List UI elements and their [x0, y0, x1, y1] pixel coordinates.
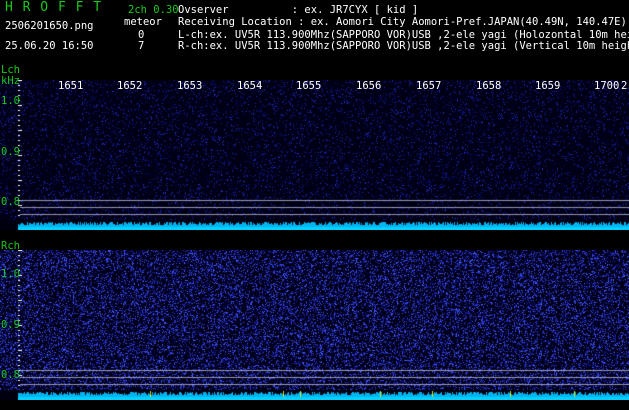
datetime-label: 25.06.20 16:50: [5, 40, 94, 52]
time-label: 1657: [416, 80, 442, 92]
version-label: 2ch 0.30: [128, 4, 179, 16]
location-line: Receiving Location : ex. Aomori City Aom…: [178, 16, 627, 28]
rch-title: Rch: [1, 240, 20, 252]
time-label: 1653: [177, 80, 203, 92]
app-name: H R O F F T: [5, 0, 103, 15]
time-label: 1651: [58, 80, 84, 92]
lch-unit: kHz: [1, 75, 20, 87]
observer-line: Ovserver : ex. JR7CYX [ kid ]: [178, 4, 419, 16]
rch-freq-label: 1.0: [1, 268, 20, 280]
time-label: 1654: [237, 80, 263, 92]
rch-spectrogram: [0, 250, 629, 400]
rch-config-line: R-ch:ex. UV5R 113.900Mhz(SAPPORO VOR)USB…: [178, 40, 629, 52]
time-label: 1659: [535, 80, 561, 92]
time-label: 1652: [117, 80, 143, 92]
filename-label: 2506201650.png: [5, 20, 94, 32]
time-label: 1655: [296, 80, 322, 92]
time-label: 2: [621, 80, 628, 92]
rch-freq-label: 0.9: [1, 319, 20, 331]
meteor-count-rch: 7: [138, 40, 145, 52]
lch-freq-label: 0.8: [1, 196, 20, 208]
rch-freq-label: 0.8: [1, 369, 20, 381]
lch-freq-label: 1.0: [1, 95, 20, 107]
time-label: 1700: [594, 80, 620, 92]
lch-freq-label: 0.9: [1, 146, 20, 158]
meteor-label: meteor: [124, 16, 162, 28]
time-label: 1658: [476, 80, 502, 92]
time-label: 1656: [356, 80, 382, 92]
lch-spectrogram: [0, 80, 629, 230]
